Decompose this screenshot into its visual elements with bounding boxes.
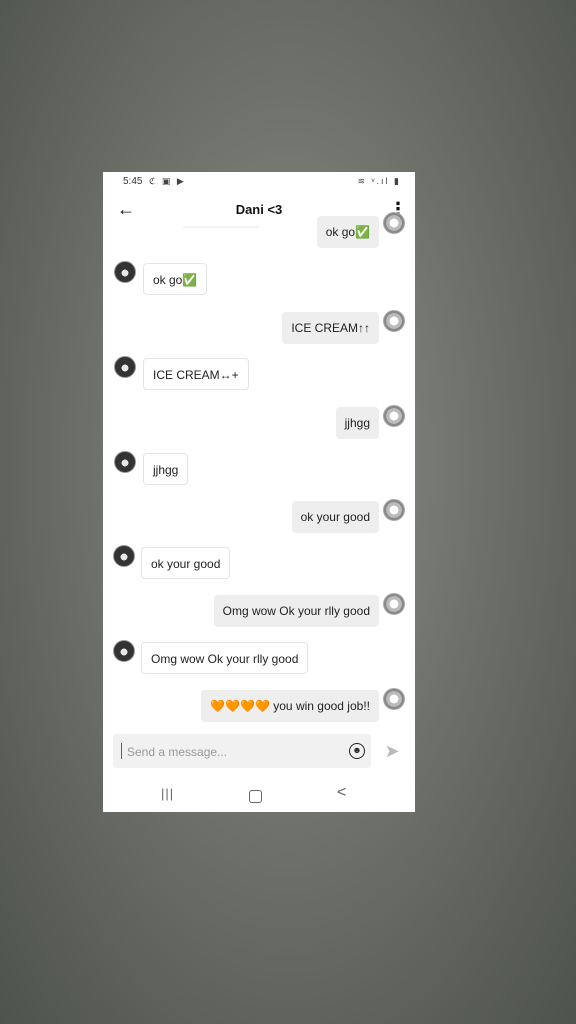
message-bubble-incoming[interactable]: ICE CREAM↔+	[143, 358, 249, 390]
text-cursor	[121, 743, 122, 759]
message-bubble-outgoing[interactable]: ok go✅	[316, 216, 379, 248]
message-row-outgoing: ok go✅	[103, 212, 415, 248]
nav-back-icon[interactable]: <	[337, 784, 346, 802]
recent-apps-icon[interactable]: |||	[161, 786, 174, 801]
message-bubble-outgoing[interactable]: jjhgg	[335, 407, 379, 439]
message-thread[interactable]: ok go✅ ok go✅ ICE CREAM↑↑ ICE CREAM↔+ jj…	[103, 212, 415, 726]
emoji-icon[interactable]: ☻	[349, 743, 365, 759]
home-icon[interactable]	[249, 790, 262, 803]
message-bubble-incoming[interactable]: jjhgg	[143, 453, 189, 485]
signal-battery-icons: ≋ ᵛ.ıl ▮	[357, 176, 401, 186]
contact-avatar[interactable]	[113, 640, 135, 662]
message-row-incoming: ICE CREAM↔+	[103, 356, 415, 390]
contact-avatar[interactable]	[113, 545, 135, 567]
contact-avatar[interactable]	[114, 261, 136, 283]
my-avatar[interactable]	[383, 212, 405, 234]
message-row-outgoing: Omg wow Ok your rlly good	[103, 593, 415, 627]
notification-icons: ℭ ▣ ▶	[149, 176, 186, 186]
message-row-outgoing: jjhgg	[103, 405, 415, 439]
android-nav-bar: ||| <	[103, 776, 415, 812]
send-icon[interactable]: ➤	[381, 740, 403, 762]
message-row-incoming: Omg wow Ok your rlly good	[103, 640, 415, 674]
message-bubble-outgoing[interactable]: Omg wow Ok your rlly good	[213, 595, 379, 627]
message-bubble-incoming[interactable]: ok go✅	[143, 263, 208, 295]
my-avatar[interactable]	[383, 593, 405, 615]
my-avatar[interactable]	[383, 688, 405, 710]
message-composer: ☻	[113, 734, 371, 770]
message-row-outgoing: 🧡🧡🧡🧡 you win good job!!	[103, 688, 415, 722]
message-bubble-incoming[interactable]: ok your good	[141, 547, 231, 579]
my-avatar[interactable]	[383, 310, 405, 332]
phone-screen: 5:45 ℭ ▣ ▶ ≋ ᵛ.ıl ▮ ← Dani <3 ⋮ ok go✅ o…	[103, 172, 415, 812]
message-row-incoming: ok your good	[103, 545, 415, 579]
message-bubble-outgoing[interactable]: ok your good	[291, 501, 379, 533]
my-avatar[interactable]	[383, 499, 405, 521]
chat-title: Dani <3	[235, 202, 283, 217]
message-bubble-outgoing[interactable]: ICE CREAM↑↑	[282, 312, 379, 344]
message-row-incoming: ok go✅	[103, 261, 415, 295]
message-row-outgoing: ok your good	[103, 499, 415, 533]
status-time: 5:45	[123, 176, 143, 187]
status-bar: 5:45 ℭ ▣ ▶ ≋ ᵛ.ıl ▮	[103, 172, 415, 192]
my-avatar[interactable]	[383, 405, 405, 427]
contact-avatar[interactable]	[114, 356, 136, 378]
message-input[interactable]	[125, 734, 339, 770]
message-row-outgoing: ICE CREAM↑↑	[103, 310, 415, 344]
message-bubble-incoming[interactable]: Omg wow Ok your rlly good	[141, 642, 309, 674]
message-bubble-outgoing[interactable]: 🧡🧡🧡🧡 you win good job!!	[201, 690, 379, 722]
scrolled-bubble-edge	[183, 226, 259, 228]
message-row-incoming: jjhgg	[103, 451, 415, 485]
contact-avatar[interactable]	[114, 451, 136, 473]
